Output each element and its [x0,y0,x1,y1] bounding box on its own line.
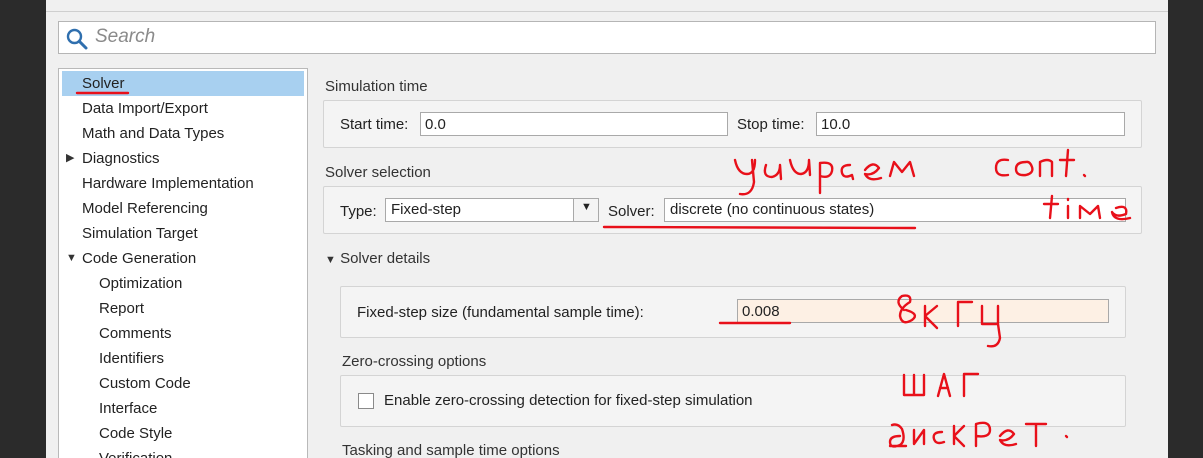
tree-item-label: Optimization [99,275,183,292]
simulation-time-heading: Simulation time [325,78,428,95]
tree-item-diagnostics[interactable]: ▶ Diagnostics [59,146,299,171]
tree-item-label: Code Style [99,425,173,442]
tree-item-label: Simulation Target [82,225,198,242]
fixed-step-size-input[interactable] [737,299,1109,323]
tree-item-data-import-export[interactable]: Data Import/Export [59,96,299,121]
fixed-step-size-label: Fixed-step size (fundamental sample time… [357,304,644,321]
zero-crossing-heading: Zero-crossing options [342,353,487,370]
tree-item-hardware-implementation[interactable]: Hardware Implementation [59,171,299,196]
solver-details-title: Solver details [340,250,431,267]
tree-item-interface[interactable]: Interface [59,396,299,421]
start-time-input[interactable] [420,112,728,136]
tree-item-label: Solver [82,75,125,92]
collapse-arrow-icon: ▼ [325,254,336,266]
tree-item-label: Hardware Implementation [82,175,254,192]
solver-dropdown[interactable]: discrete (no continuous states) [664,198,1126,222]
configuration-dialog: Solver Data Import/Export Math and Data … [46,0,1168,458]
search-input[interactable] [95,25,1145,49]
stop-time-label: Stop time: [737,116,805,133]
solver-dropdown-value: discrete (no continuous states) [670,201,875,218]
tree-item-label: Comments [99,325,172,342]
search-box[interactable] [58,21,1156,54]
tree-item-label: Interface [99,400,158,417]
tree-item-label: Model Referencing [82,200,208,217]
stop-time-input[interactable] [816,112,1125,136]
start-time-label: Start time: [340,116,409,133]
expand-arrow-icon[interactable]: ▶ [66,146,74,171]
type-dropdown[interactable]: Fixed-step ▼ [385,198,599,222]
tree-item-label: Code Generation [82,250,197,267]
zero-crossing-panel: Enable zero-crossing detection for fixed… [340,375,1126,427]
solver-selection-panel: Type: Fixed-step ▼ Solver: discrete (no … [323,186,1142,234]
tree-item-math-and-data-types[interactable]: Math and Data Types [59,121,299,146]
solver-label: Solver: [608,203,655,220]
tree-item-code-generation[interactable]: ▼ Code Generation [59,246,299,271]
tree-item-label: Custom Code [99,375,191,392]
tree-item-comments[interactable]: Comments [59,321,299,346]
solver-details-heading[interactable]: ▼ Solver details [325,250,430,267]
tree-item-simulation-target[interactable]: Simulation Target [59,221,299,246]
tree-item-identifiers[interactable]: Identifiers [59,346,299,371]
solver-selection-heading: Solver selection [325,164,431,181]
tree-item-label: Data Import/Export [82,100,208,117]
tree-item-optimization[interactable]: Optimization [59,271,299,296]
zero-crossing-checkbox-label[interactable]: Enable zero-crossing detection for fixed… [384,392,753,409]
tree-item-label: Verification [99,446,172,458]
tree-item-label: Identifiers [99,350,165,367]
tree-item-model-referencing[interactable]: Model Referencing [59,196,299,221]
tree-item-verification[interactable]: Verification [59,446,299,458]
tree-item-label: Report [99,300,145,317]
tree-item-report[interactable]: Report [59,296,299,321]
category-tree: Solver Data Import/Export Math and Data … [58,68,308,458]
zero-crossing-checkbox[interactable] [358,393,374,409]
type-dropdown-value: Fixed-step [391,201,462,218]
tasking-options-heading: Tasking and sample time options [342,442,560,458]
tree-item-label: Diagnostics [82,150,160,167]
tree-item-code-style[interactable]: Code Style [59,421,299,446]
dropdown-arrow-icon: ▼ [581,201,592,213]
fixed-step-panel: Fixed-step size (fundamental sample time… [340,286,1126,338]
dialog-top-border [46,0,1168,12]
tree-item-solver[interactable]: Solver [62,71,304,96]
collapse-arrow-icon[interactable]: ▼ [66,246,77,271]
type-label: Type: [340,203,377,220]
search-icon [66,28,88,50]
simulation-time-panel: Start time: Stop time: [323,100,1142,148]
tree-item-custom-code[interactable]: Custom Code [59,371,299,396]
type-dropdown-button[interactable]: ▼ [573,199,598,221]
tree-item-label: Math and Data Types [82,125,225,142]
